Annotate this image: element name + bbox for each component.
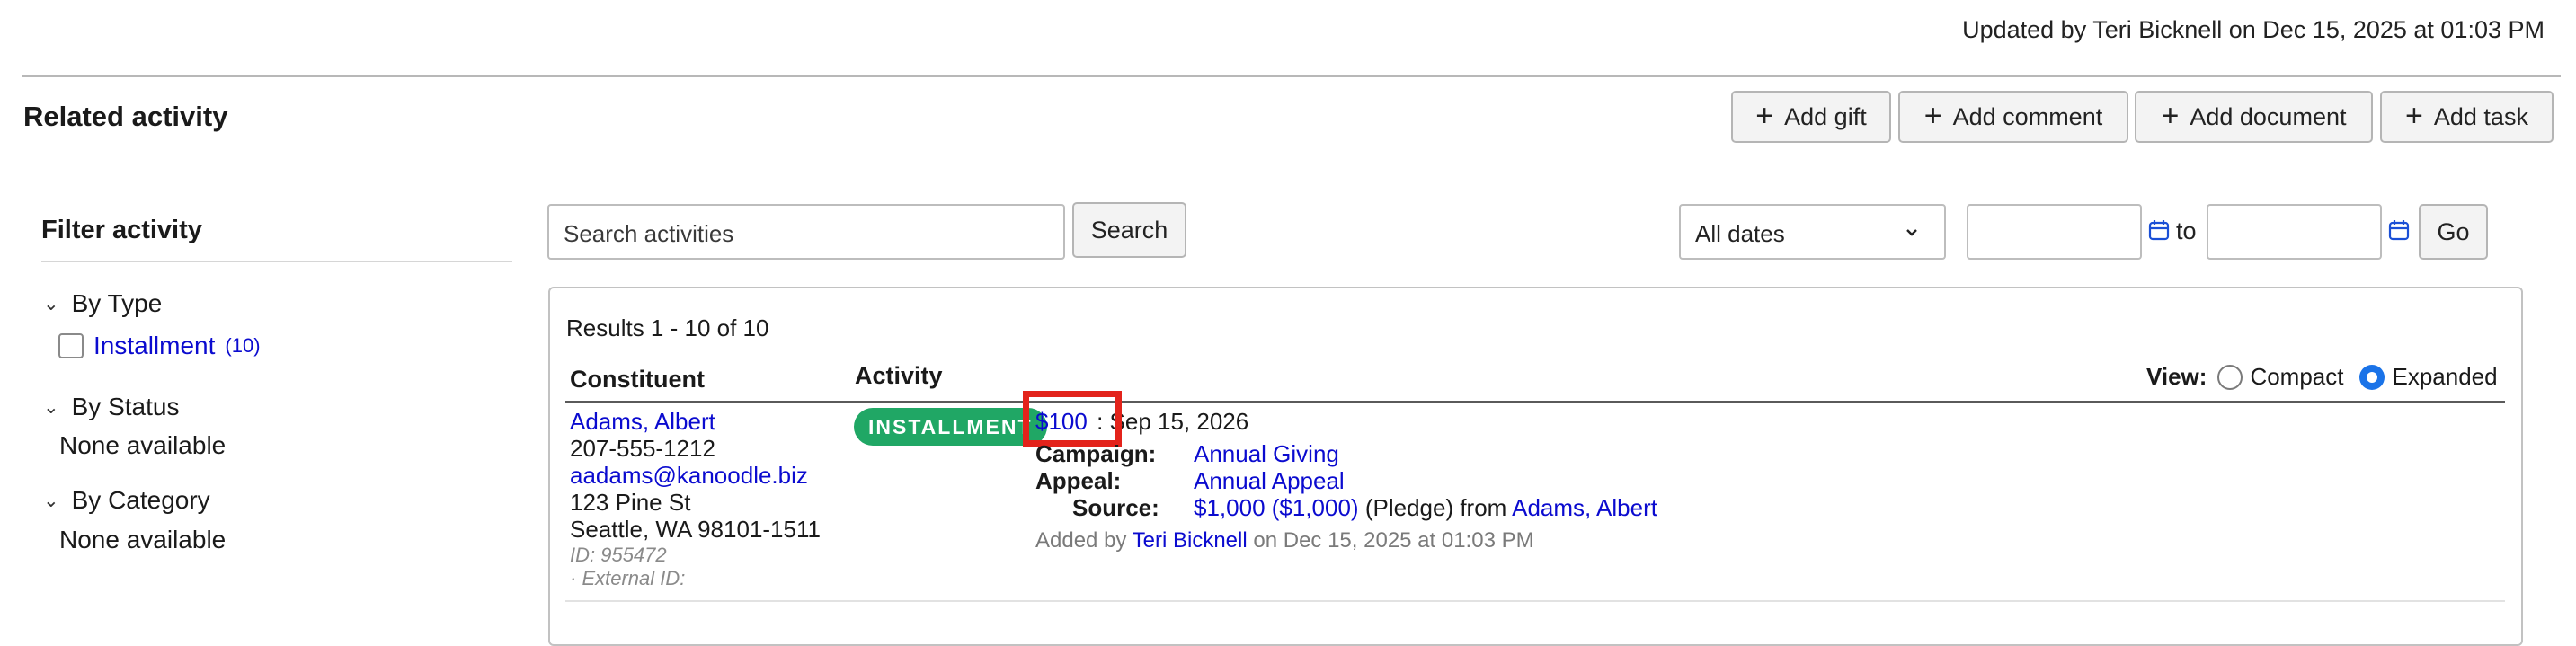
to-label: to xyxy=(2176,217,2197,244)
constituent-id: ID: 955472 xyxy=(570,544,667,566)
filter-option-label[interactable]: Installment xyxy=(93,332,215,360)
source-amount-link[interactable]: $1,000 ($1,000) xyxy=(1194,494,1359,521)
status-badge: INSTALLMENT xyxy=(854,408,1047,446)
add-document-button[interactable]: + Add document xyxy=(2135,91,2373,143)
plus-icon: + xyxy=(1923,98,1942,133)
source-constituent-link[interactable]: Adams, Albert xyxy=(1512,494,1657,521)
campaign-label: Campaign: xyxy=(1035,440,1157,467)
filter-option-installment[interactable]: Installment (10) xyxy=(58,332,261,360)
column-header-activity: Activity xyxy=(855,362,943,389)
chevron-down-icon: ⌄ xyxy=(43,396,59,418)
constituent-external-id: · External ID: xyxy=(570,567,686,589)
chevron-down-icon: ⌄ xyxy=(43,490,59,511)
filter-option-count: (10) xyxy=(225,334,261,357)
row-divider xyxy=(565,600,2505,602)
chevron-down-icon xyxy=(1906,229,1917,236)
constituent-address-line1: 123 Pine St xyxy=(570,489,691,516)
view-label: View: xyxy=(2146,363,2207,390)
go-button[interactable]: Go xyxy=(2419,204,2488,260)
section-title: Related activity xyxy=(23,101,228,132)
divider xyxy=(41,261,512,262)
plus-icon: + xyxy=(2161,98,2180,133)
source-label: Source: xyxy=(1072,494,1159,521)
plus-icon: + xyxy=(1755,98,1774,133)
divider xyxy=(565,401,2505,403)
source-value: $1,000 ($1,000) (Pledge) from Adams, Alb… xyxy=(1194,494,1657,522)
search-input[interactable]: Search activities xyxy=(547,204,1065,260)
filter-group-by-category[interactable]: ⌄ By Category xyxy=(43,486,210,515)
add-gift-button[interactable]: + Add gift xyxy=(1731,91,1891,143)
results-summary: Results 1 - 10 of 10 xyxy=(566,314,769,341)
divider xyxy=(22,75,2561,77)
expanded-radio[interactable] xyxy=(2359,364,2385,390)
expanded-label[interactable]: Expanded xyxy=(2392,363,2497,391)
search-placeholder: Search activities xyxy=(564,220,734,247)
date-range-select[interactable]: All dates xyxy=(1679,204,1946,260)
add-task-button[interactable]: + Add task xyxy=(2380,91,2554,143)
filter-empty-text: None available xyxy=(59,431,227,459)
constituent-address-line2: Seattle, WA 98101-1511 xyxy=(570,516,821,543)
add-comment-label: Add comment xyxy=(1952,102,2103,130)
add-comment-button[interactable]: + Add comment xyxy=(1898,91,2128,143)
filter-group-by-type[interactable]: ⌄ By Type xyxy=(43,289,162,318)
add-gift-label: Add gift xyxy=(1784,102,1867,130)
compact-label[interactable]: Compact xyxy=(2250,363,2343,391)
calendar-icon[interactable] xyxy=(2148,219,2170,241)
source-type: (Pledge) from xyxy=(1364,494,1507,521)
plus-icon: + xyxy=(2405,98,2423,133)
filter-group-label: By Status xyxy=(71,393,180,420)
filter-empty-text: None available xyxy=(59,526,227,553)
calendar-icon[interactable] xyxy=(2388,219,2410,241)
search-button[interactable]: Search xyxy=(1072,202,1186,258)
campaign-link[interactable]: Annual Giving xyxy=(1194,440,1339,468)
date-range-value: All dates xyxy=(1695,220,1785,247)
constituent-name-link[interactable]: Adams, Albert xyxy=(570,408,821,435)
add-task-label: Add task xyxy=(2433,102,2528,130)
view-toggle: View: Compact Expanded xyxy=(2146,363,2498,391)
filter-group-label: By Type xyxy=(71,289,163,317)
installment-checkbox[interactable] xyxy=(58,333,84,358)
added-prefix: Added by xyxy=(1035,528,1127,553)
added-by-link[interactable]: Teri Bicknell xyxy=(1133,528,1248,553)
chevron-down-icon: ⌄ xyxy=(43,293,59,314)
appeal-label: Appeal: xyxy=(1035,467,1122,494)
constituent-phone: 207-555-1212 xyxy=(570,435,715,462)
radio-selected-dot xyxy=(2359,364,2385,390)
highlight-box xyxy=(1023,391,1122,447)
start-date-input[interactable] xyxy=(1967,204,2142,260)
add-document-label: Add document xyxy=(2190,102,2347,130)
compact-radio[interactable] xyxy=(2217,364,2243,390)
appeal-link[interactable]: Annual Appeal xyxy=(1194,467,1345,495)
filter-group-label: By Category xyxy=(71,486,210,514)
filter-title: Filter activity xyxy=(41,216,202,244)
table-row: Adams, Albert 207-555-1212 aadams@kanood… xyxy=(570,408,821,589)
constituent-email-link[interactable]: aadams@kanoodle.biz xyxy=(570,462,821,489)
added-info: Added by Teri Bicknell on Dec 15, 2025 a… xyxy=(1035,528,1534,553)
end-date-input[interactable] xyxy=(2207,204,2382,260)
results-panel xyxy=(548,287,2523,646)
filter-group-by-status[interactable]: ⌄ By Status xyxy=(43,393,179,421)
updated-info: Updated by Teri Bicknell on Dec 15, 2025… xyxy=(1962,16,2545,43)
added-suffix: on Dec 15, 2025 at 01:03 PM xyxy=(1253,528,1534,553)
column-header-constituent: Constituent xyxy=(570,366,705,393)
